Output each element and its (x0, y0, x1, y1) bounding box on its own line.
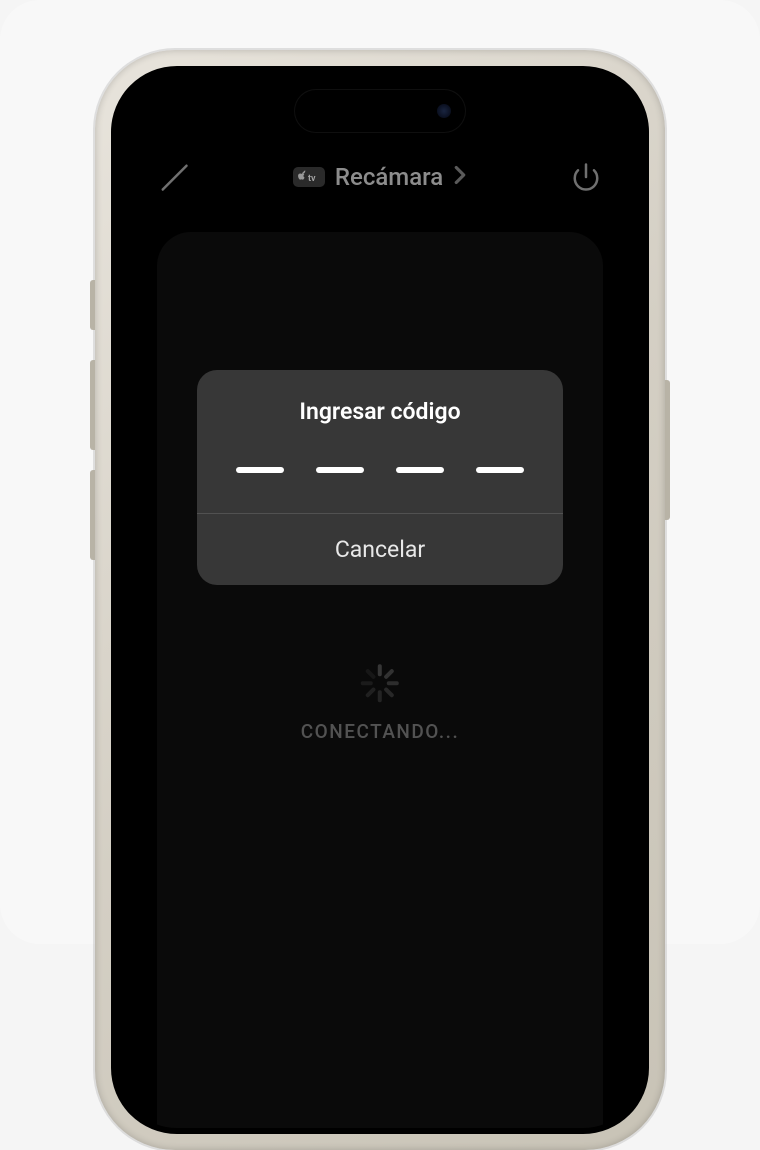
dynamic-island (295, 90, 465, 132)
appletv-badge-icon: tv (293, 167, 325, 187)
code-digit-2 (316, 467, 364, 473)
spinner-icon (361, 664, 399, 702)
code-digit-1 (236, 467, 284, 473)
side-button-volume-down (90, 470, 95, 560)
device-selector[interactable]: tv Recámara (293, 163, 467, 191)
connecting-label: CONECTANDO... (301, 720, 459, 743)
modal-header: Ingresar código (197, 370, 563, 437)
header-bar: tv Recámara (117, 162, 643, 192)
code-digit-3 (396, 467, 444, 473)
phone-frame: tv Recámara (95, 50, 665, 1150)
mute-icon[interactable] (159, 162, 189, 192)
power-icon[interactable] (571, 162, 601, 192)
screen-bezel: tv Recámara (111, 66, 649, 1134)
enter-code-modal: Ingresar código Cancelar (197, 370, 563, 585)
code-input[interactable] (197, 437, 563, 513)
side-button-action (90, 280, 95, 330)
cancel-button[interactable]: Cancelar (197, 514, 563, 585)
connecting-status: CONECTANDO... (301, 664, 459, 743)
chevron-right-icon (453, 165, 467, 189)
screen: tv Recámara (117, 72, 643, 1128)
front-camera (437, 104, 451, 118)
device-name-label: Recámara (335, 163, 443, 191)
code-digit-4 (476, 467, 524, 473)
canvas: tv Recámara (0, 0, 760, 944)
svg-text:tv: tv (308, 174, 316, 184)
remote-surface: CONECTANDO... (157, 232, 603, 1128)
side-button-power (665, 380, 670, 520)
side-button-volume-up (90, 360, 95, 450)
modal-title: Ingresar código (217, 398, 543, 425)
